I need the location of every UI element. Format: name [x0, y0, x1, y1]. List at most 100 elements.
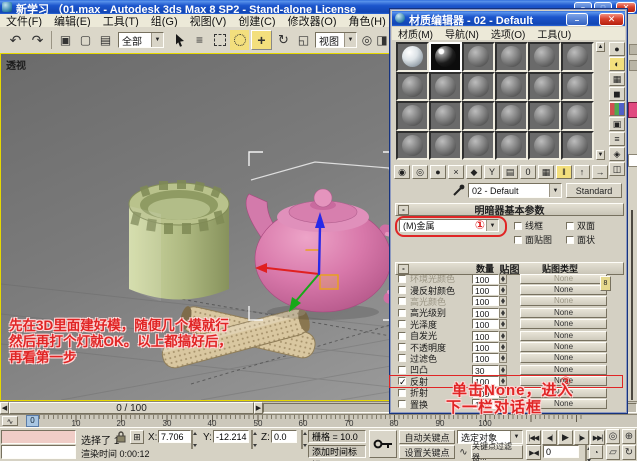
map-checkbox[interactable] — [398, 320, 406, 329]
use-center-icon[interactable]: ◎ — [359, 30, 375, 50]
bind-to-spacewarp-icon[interactable]: ▤ — [96, 30, 115, 50]
video-color-check-icon[interactable] — [609, 102, 625, 116]
panel-dropdown-part[interactable] — [628, 154, 637, 167]
minimize-button[interactable]: – — [566, 13, 588, 26]
pan-icon[interactable]: ▱ — [606, 445, 620, 460]
map-none-button[interactable]: None — [520, 330, 607, 341]
maxscript-listener-pink[interactable] — [1, 430, 76, 444]
map-amount-field[interactable]: 100 — [472, 330, 499, 342]
wireframe-checkbox[interactable]: 线框 — [514, 219, 543, 232]
time-slider-prev-icon[interactable]: ◀ — [0, 402, 9, 414]
map-checkbox[interactable] — [398, 286, 406, 295]
mini-curve-editor-icon[interactable]: ∿ — [2, 416, 18, 426]
map-amount-field[interactable]: 100 — [472, 273, 499, 285]
map-checkbox[interactable]: ✓ — [398, 377, 407, 387]
map-none-button[interactable]: None — [520, 353, 607, 364]
x-coordinate-field[interactable]: 7.706 — [158, 430, 191, 443]
sample-slot[interactable] — [561, 42, 594, 72]
selection-filter-dropdown[interactable]: 全部 ▼ — [118, 32, 164, 48]
make-unique-icon[interactable]: Y — [484, 165, 500, 179]
time-configuration-icon[interactable]: ◔ — [589, 445, 603, 459]
put-to-library-icon[interactable]: ▤ — [502, 165, 518, 179]
sample-slot[interactable] — [528, 130, 561, 160]
me-menu-options[interactable]: 选项(O) — [485, 26, 531, 41]
sample-slot[interactable] — [429, 101, 462, 131]
key-tangent-icon[interactable]: ∿ — [457, 445, 470, 459]
map-amount-field[interactable]: 100 — [472, 319, 499, 330]
material-editor-title-bar[interactable]: 材质编辑器 - 02 - Default – ✕ — [392, 11, 625, 27]
options-icon[interactable]: ≡ — [609, 132, 625, 146]
select-and-link-icon[interactable]: ▣ — [56, 30, 75, 50]
shader-basic-params-rollout[interactable]: - 明暗器基本参数 — [395, 203, 624, 217]
select-and-rotate-icon[interactable]: ↻ — [274, 30, 293, 50]
sample-slot[interactable] — [396, 71, 429, 101]
chevron-down-icon[interactable]: ▼ — [344, 33, 356, 47]
panel-icon[interactable] — [629, 44, 637, 55]
go-to-parent-icon[interactable]: ↑ — [574, 165, 590, 179]
select-object-icon[interactable] — [170, 30, 189, 50]
pick-material-eyedropper-icon[interactable] — [452, 184, 465, 197]
spinner[interactable] — [499, 307, 507, 318]
auto-key-button[interactable]: 自动关键点 — [399, 430, 455, 444]
key-icon[interactable] — [369, 430, 397, 458]
go-to-end-icon[interactable]: ▶▶| — [590, 430, 605, 445]
reference-coordinate-dropdown[interactable]: 视图 ▼ — [315, 32, 357, 48]
sample-slot-active[interactable] — [396, 42, 429, 72]
sample-slot[interactable] — [495, 130, 528, 160]
two-sided-checkbox[interactable]: 双面 — [566, 219, 595, 232]
next-frame-icon[interactable]: |▶ — [574, 430, 589, 445]
map-checkbox[interactable] — [398, 354, 406, 363]
current-frame-marker[interactable]: 0 — [26, 415, 39, 427]
face-map-checkbox[interactable]: 面贴图 — [514, 233, 552, 246]
spinner[interactable] — [499, 285, 507, 296]
spinner[interactable] — [301, 430, 303, 449]
sample-slot[interactable] — [561, 101, 594, 131]
spinner[interactable] — [585, 445, 587, 461]
show-end-result-icon[interactable]: ‖ — [556, 165, 572, 179]
chevron-down-icon[interactable]: ▼ — [151, 33, 163, 47]
previous-frame-icon[interactable]: ◀| — [542, 430, 557, 445]
sample-slot-selected[interactable] — [429, 42, 462, 72]
sample-slot[interactable] — [462, 130, 495, 160]
spinner[interactable] — [499, 330, 507, 341]
sample-uv-tiling-icon[interactable]: ◼ — [609, 87, 625, 101]
lock-ambient-diffuse-button[interactable]: 8 — [600, 276, 611, 291]
map-amount-field[interactable]: 30 — [472, 364, 499, 376]
set-key-button[interactable]: 设置关键点 — [399, 445, 455, 459]
show-map-in-viewport-icon[interactable]: ▦ — [538, 165, 554, 179]
map-checkbox[interactable] — [398, 308, 406, 317]
go-to-start-icon[interactable]: |◀◀ — [526, 430, 541, 445]
zoom-extents-icon[interactable]: ⊕ — [622, 429, 636, 444]
slot-scroll-down[interactable]: ▼ — [596, 150, 605, 160]
map-amount-field[interactable]: 100 — [472, 285, 499, 296]
time-slider-handle[interactable]: 0 / 100 — [9, 402, 254, 414]
sample-slot[interactable] — [462, 101, 495, 131]
sample-slot[interactable] — [495, 42, 528, 72]
maxscript-listener-white[interactable] — [1, 445, 76, 459]
panel-icon[interactable] — [629, 60, 637, 71]
rect-selection-region-icon[interactable] — [210, 30, 229, 50]
map-none-button[interactable]: None — [520, 307, 607, 318]
play-icon[interactable]: ▶ — [558, 430, 573, 445]
spinner[interactable] — [499, 364, 507, 375]
spinner[interactable] — [251, 430, 253, 449]
spinner[interactable] — [499, 353, 507, 364]
put-material-to-scene-icon[interactable]: ◎ — [412, 165, 428, 179]
close-icon[interactable]: ✕ — [599, 13, 624, 26]
map-none-button[interactable]: None — [520, 296, 607, 307]
map-checkbox[interactable] — [398, 365, 406, 374]
map-checkbox[interactable] — [398, 297, 406, 306]
panel-scrollbar[interactable] — [631, 210, 633, 400]
material-map-navigator-icon[interactable]: ◫ — [609, 162, 625, 176]
time-slider-next-icon[interactable]: ▶ — [254, 402, 263, 414]
spinner[interactable] — [499, 319, 507, 330]
sample-slot[interactable] — [462, 71, 495, 101]
slot-scroll-up[interactable]: ▲ — [596, 42, 605, 52]
z-coordinate-field[interactable]: 0.0 — [271, 430, 297, 443]
sample-slot[interactable] — [429, 130, 462, 160]
spinner[interactable] — [499, 273, 507, 284]
reset-map-icon[interactable]: × — [448, 165, 464, 179]
sample-slot[interactable] — [429, 71, 462, 101]
material-type-button[interactable]: Standard — [566, 183, 622, 198]
spinner[interactable] — [191, 430, 193, 449]
